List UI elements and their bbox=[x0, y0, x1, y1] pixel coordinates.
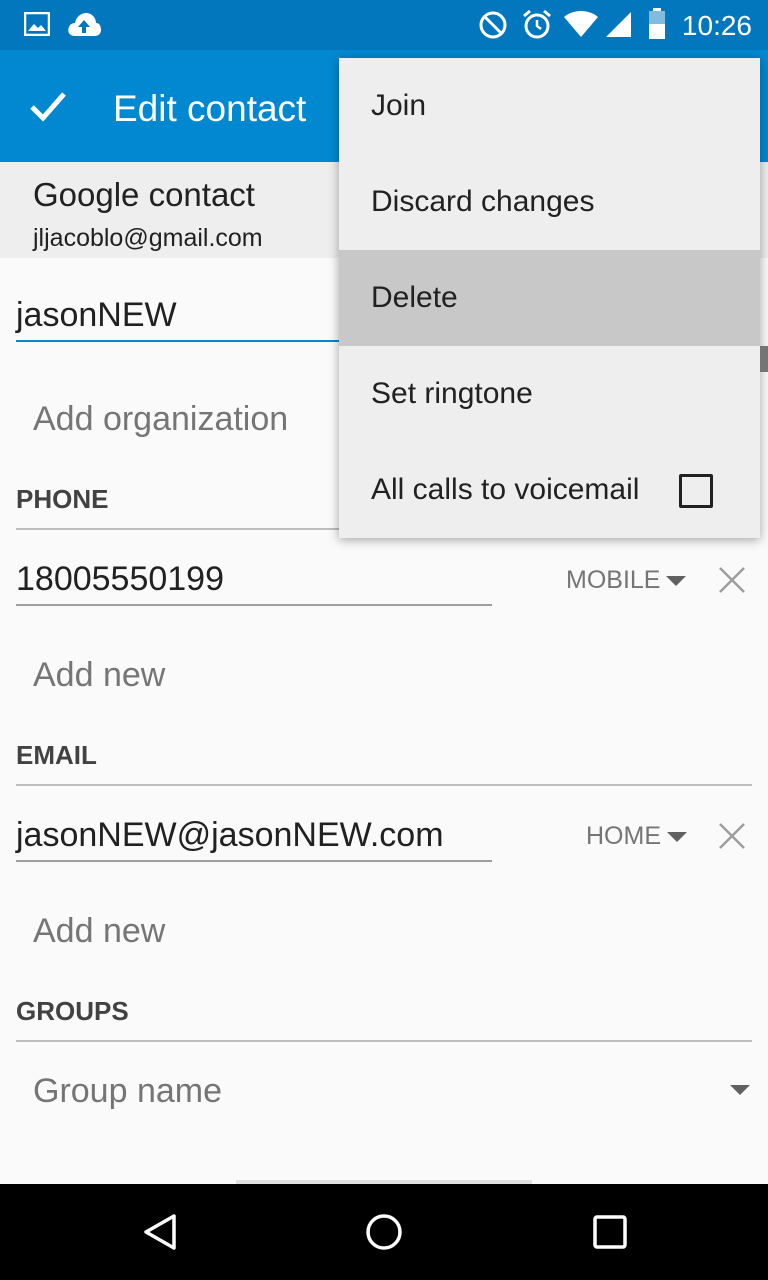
menu-item-set-ringtone[interactable]: Set ringtone bbox=[339, 346, 760, 442]
menu-item-discard-changes[interactable]: Discard changes bbox=[339, 154, 760, 250]
name-input[interactable]: jasonNEW bbox=[16, 296, 356, 342]
email-section-divider bbox=[16, 784, 752, 786]
add-email-input[interactable]: Add new bbox=[33, 912, 165, 951]
dropdown-arrow-icon bbox=[666, 575, 687, 586]
recents-icon[interactable] bbox=[590, 1212, 630, 1252]
add-phone-input[interactable]: Add new bbox=[33, 656, 165, 695]
do-not-disturb-icon bbox=[479, 11, 507, 39]
back-icon[interactable] bbox=[140, 1212, 180, 1252]
dropdown-arrow-icon[interactable] bbox=[730, 1085, 750, 1095]
voicemail-checkbox[interactable] bbox=[679, 474, 713, 508]
phone-type-dropdown[interactable]: MOBILE bbox=[566, 566, 687, 595]
account-type-label: Google contact bbox=[33, 176, 255, 213]
group-name-dropdown[interactable]: Group name bbox=[33, 1072, 222, 1111]
phone-type-label: MOBILE bbox=[566, 566, 661, 594]
groups-section-title: GROUPS bbox=[16, 996, 129, 1026]
status-clock: 10:26 bbox=[681, 10, 752, 41]
email-type-dropdown[interactable]: HOME bbox=[586, 822, 687, 851]
cloud-upload-icon bbox=[68, 13, 101, 36]
menu-item-label: Delete bbox=[371, 281, 458, 314]
home-icon[interactable] bbox=[364, 1212, 404, 1252]
menu-item-label: Discard changes bbox=[371, 185, 595, 218]
dropdown-arrow-icon bbox=[667, 831, 687, 842]
alarm-icon bbox=[523, 9, 551, 39]
email-section-title: EMAIL bbox=[16, 740, 97, 770]
menu-item-label: Join bbox=[371, 89, 427, 122]
status-bar: 10:26 bbox=[0, 0, 768, 50]
page-title: Edit contact bbox=[113, 88, 307, 129]
menu-item-label: All calls to voicemail bbox=[371, 473, 640, 506]
battery-icon bbox=[649, 8, 665, 39]
menu-item-all-calls-to-voicemail[interactable]: All calls to voicemail bbox=[339, 442, 760, 538]
phone-number-input[interactable]: 18005550199 bbox=[16, 560, 492, 606]
menu-item-label: Set ringtone bbox=[371, 377, 533, 410]
menu-item-delete[interactable]: Delete bbox=[339, 250, 760, 346]
remove-phone-icon[interactable] bbox=[716, 564, 748, 596]
check-icon[interactable] bbox=[22, 80, 74, 132]
menu-item-join[interactable]: Join bbox=[339, 58, 760, 154]
image-icon bbox=[24, 12, 50, 36]
account-email-label: jljacoblo@gmail.com bbox=[33, 224, 263, 252]
remove-email-icon[interactable] bbox=[716, 820, 748, 852]
organization-input[interactable]: Add organization bbox=[33, 400, 288, 439]
overflow-menu: Join Discard changes Delete Set ringtone… bbox=[339, 58, 760, 538]
wifi-icon bbox=[564, 11, 598, 37]
groups-section-divider bbox=[16, 1040, 752, 1042]
navigation-bar bbox=[0, 1184, 768, 1280]
scrollbar-thumb[interactable] bbox=[760, 346, 768, 372]
phone-section-title: PHONE bbox=[16, 484, 109, 514]
email-address-input[interactable]: jasonNEW@jasonNEW.com bbox=[16, 816, 492, 862]
email-type-label: HOME bbox=[586, 822, 661, 850]
cell-signal-icon bbox=[606, 12, 631, 37]
